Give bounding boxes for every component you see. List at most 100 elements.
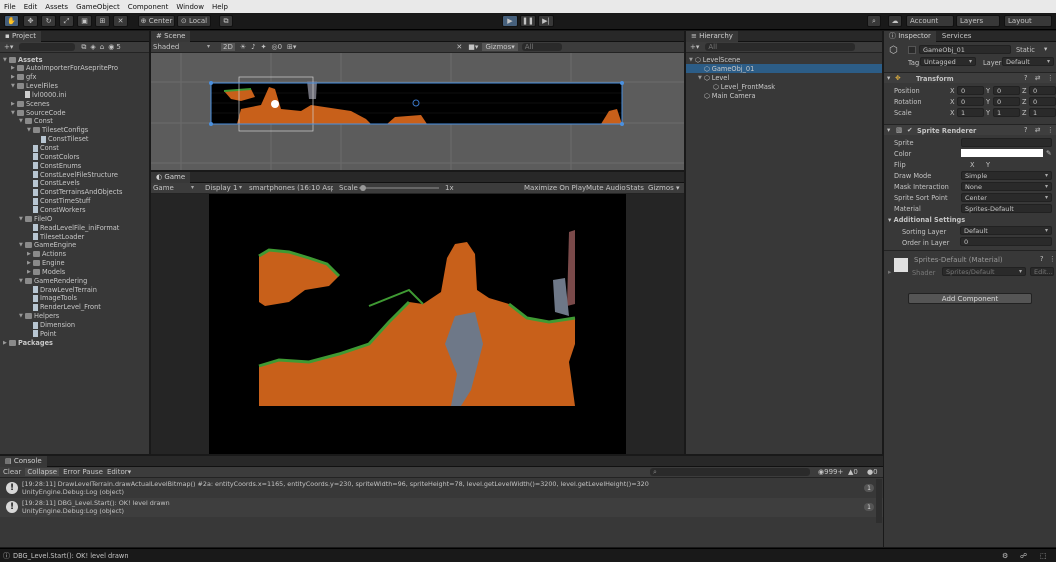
transform-y-input[interactable]: 1 bbox=[993, 108, 1020, 117]
game-screen[interactable] bbox=[209, 194, 626, 454]
snap-icon[interactable]: ⧉ bbox=[219, 15, 233, 27]
console-entry[interactable]: ! [19:28:11] DrawLevelTerrain.drawActual… bbox=[0, 479, 883, 498]
gizmos-dropdown[interactable]: Gizmos▾ bbox=[482, 43, 518, 51]
debug-icon[interactable]: ☍ bbox=[1020, 552, 1027, 560]
camera-icon[interactable]: ■▾ bbox=[468, 43, 478, 51]
component-menu-icon[interactable]: ⋮ bbox=[1047, 74, 1054, 82]
play-button[interactable]: ▶ bbox=[502, 15, 518, 27]
flip-y-checkbox[interactable]: Y bbox=[986, 161, 990, 169]
folder-item[interactable]: ▶ gfx bbox=[11, 73, 36, 82]
pivot-mode-button[interactable]: ⊕ Center bbox=[138, 15, 175, 27]
aspect-dropdown[interactable]: smartphones (16:10 Aspe bbox=[249, 184, 333, 192]
folder-item[interactable]: ▶ Packages bbox=[3, 338, 53, 347]
asset-item[interactable]: ReadLevelFile_iniFormat bbox=[27, 223, 119, 232]
scene-view[interactable] bbox=[151, 53, 684, 170]
tab-hierarchy[interactable]: ≡ Hierarchy bbox=[686, 30, 738, 42]
transform-x-input[interactable]: 1 bbox=[957, 108, 984, 117]
error-pause-toggle[interactable]: Error Pause bbox=[63, 468, 103, 476]
menu-assets[interactable]: Assets bbox=[41, 3, 72, 11]
preset-icon[interactable]: ⇄ bbox=[1035, 74, 1041, 82]
status-message[interactable]: DBG_Level.Start(): OK! level drawn bbox=[13, 552, 129, 560]
hierarchy-item[interactable]: ⬡ GameObj_01 bbox=[686, 64, 882, 73]
shading-mode-dropdown[interactable]: Shaded bbox=[153, 43, 213, 51]
folder-item[interactable]: ▶ Actions bbox=[27, 250, 66, 259]
error-count-toggle[interactable]: ●0 bbox=[867, 468, 878, 476]
transform-z-input[interactable]: 0 bbox=[1029, 97, 1056, 106]
sprite-field[interactable] bbox=[961, 138, 1052, 147]
scale-slider-handle[interactable] bbox=[360, 185, 366, 191]
console-entry[interactable]: ! [19:28:11] DBG_Level.Start(): OK! leve… bbox=[0, 498, 883, 517]
hierarchy-item[interactable]: ▼ ⬡ LevelScene bbox=[686, 55, 882, 64]
draw-mode-field[interactable]: Simple bbox=[961, 171, 1052, 180]
preset-icon[interactable]: ⇄ bbox=[1035, 126, 1041, 134]
eyedropper-icon[interactable]: ✎ bbox=[1046, 149, 1052, 157]
tab-inspector[interactable]: ⓘ Inspector bbox=[884, 30, 936, 42]
additional-settings-foldout[interactable]: ▾ Additional Settings bbox=[888, 216, 965, 224]
static-dropdown[interactable]: ▾ bbox=[1044, 45, 1047, 53]
enabled-checkbox[interactable]: ✔ bbox=[907, 126, 913, 134]
mute-audio-toggle[interactable]: Mute Audio bbox=[586, 184, 626, 192]
asset-item[interactable]: ConstColors bbox=[27, 152, 80, 161]
filter-icon[interactable]: ⧉ bbox=[81, 43, 86, 52]
account-dropdown[interactable]: Account bbox=[906, 15, 954, 27]
tools-icon[interactable]: ✕ bbox=[456, 43, 462, 51]
scene-canvas[interactable] bbox=[151, 53, 684, 170]
menu-edit[interactable]: Edit bbox=[20, 3, 42, 11]
asset-item[interactable]: ConstEnums bbox=[27, 161, 81, 170]
folder-item[interactable]: ▼ SourceCode bbox=[11, 108, 66, 117]
log-count-toggle[interactable]: ◉999+ bbox=[818, 468, 843, 476]
object-name-field[interactable]: GameObj_01 bbox=[919, 45, 1011, 54]
transform-x-input[interactable]: 0 bbox=[957, 86, 984, 95]
folder-item[interactable]: ▶ Models bbox=[27, 267, 65, 276]
hidden-objects-icon[interactable]: ◎0 bbox=[271, 43, 282, 51]
menu-gameobject[interactable]: GameObject bbox=[72, 3, 124, 11]
game-view-dropdown[interactable]: Game bbox=[153, 184, 197, 192]
eye-icon[interactable]: ◉ bbox=[108, 43, 114, 51]
menu-window[interactable]: Window bbox=[172, 3, 208, 11]
folder-item[interactable]: ▼ LevelFiles bbox=[11, 82, 58, 91]
transform-header[interactable]: ▾ ✥ Transform ? ⇄ ⋮ bbox=[884, 72, 1056, 83]
scale-slider[interactable] bbox=[359, 187, 439, 189]
pivot-space-button[interactable]: ⊙ Local bbox=[177, 15, 211, 27]
step-button[interactable]: ▶| bbox=[538, 15, 554, 27]
transform-x-input[interactable]: 0 bbox=[957, 97, 984, 106]
folder-item[interactable]: ▼ GameRendering bbox=[19, 276, 87, 285]
asset-item[interactable]: ConstWorkers bbox=[27, 205, 86, 214]
progress-icon[interactable]: ⚙ bbox=[1002, 552, 1008, 560]
scene-search-input[interactable]: All bbox=[521, 43, 562, 51]
transform-tool-icon[interactable]: ⊞ bbox=[95, 15, 110, 27]
shader-edit-button[interactable]: Edit... bbox=[1030, 267, 1054, 276]
hierarchy-item[interactable]: ⬡ Main Camera bbox=[686, 91, 882, 100]
asset-item[interactable]: lvl0000.ini bbox=[19, 90, 66, 99]
asset-item[interactable]: DrawLevelTerrain bbox=[27, 285, 97, 294]
transform-z-input[interactable]: 1 bbox=[1029, 108, 1056, 117]
folder-item[interactable]: ▼ TilesetConfigs bbox=[27, 126, 88, 135]
tag-icon[interactable]: ⌂ bbox=[100, 43, 104, 51]
maximize-on-play-toggle[interactable]: Maximize On Play bbox=[524, 184, 586, 192]
folder-item[interactable]: ▼ Assets bbox=[3, 55, 43, 64]
tab-project[interactable]: ▪ Project bbox=[0, 30, 41, 42]
move-tool-icon[interactable]: ✥ bbox=[23, 15, 38, 27]
hand-tool-icon[interactable]: ✋ bbox=[4, 15, 19, 27]
folder-item[interactable]: ▶ Scenes bbox=[11, 99, 50, 108]
folder-item[interactable]: ▼ Helpers bbox=[19, 312, 59, 321]
sprite-sort-point-field[interactable]: Center bbox=[961, 193, 1052, 202]
clear-button[interactable]: Clear bbox=[3, 468, 21, 476]
asset-item[interactable]: Const bbox=[27, 144, 59, 153]
help-icon[interactable]: ? bbox=[1040, 255, 1044, 263]
transform-y-input[interactable]: 0 bbox=[993, 86, 1020, 95]
asset-item[interactable]: Point bbox=[27, 329, 56, 338]
editor-dropdown[interactable]: Editor▾ bbox=[107, 468, 131, 476]
collapse-toggle[interactable]: Collapse bbox=[25, 468, 60, 476]
hierarchy-search-input[interactable]: All bbox=[705, 43, 856, 51]
menu-help[interactable]: Help bbox=[208, 3, 232, 11]
folder-item[interactable]: ▼ GameEngine bbox=[19, 241, 76, 250]
tab-game[interactable]: ◐ Game bbox=[151, 171, 191, 183]
search-icon[interactable]: ⌕ bbox=[867, 15, 881, 27]
grid-icon[interactable]: ⊞▾ bbox=[287, 43, 296, 51]
transform-y-input[interactable]: 0 bbox=[993, 97, 1020, 106]
hierarchy-item[interactable]: ⬡ Level_FrontMask bbox=[686, 82, 882, 91]
game-view[interactable] bbox=[151, 194, 684, 454]
sorting-layer-dropdown[interactable]: Default bbox=[960, 226, 1052, 235]
asset-item[interactable]: ConstTimeStuff bbox=[27, 197, 90, 206]
